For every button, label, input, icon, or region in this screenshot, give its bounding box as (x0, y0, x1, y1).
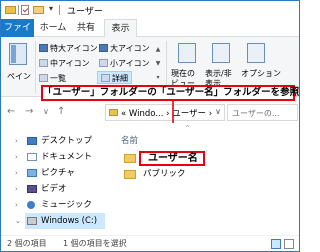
options-icon (247, 43, 265, 63)
folder-icon (109, 109, 118, 116)
search-input[interactable]: ユーザーの... (227, 104, 298, 121)
music-icon (27, 201, 35, 209)
details-view-icon[interactable] (271, 239, 281, 249)
divider (59, 5, 60, 15)
tab-file[interactable]: ファイル (1, 19, 34, 51)
ribbon-tabs: ファイル ホーム 共有 表示 (1, 19, 299, 51)
expand-icon[interactable]: › (15, 169, 18, 177)
layout-scroll[interactable]: ▲ ▼ ▾ (154, 43, 162, 87)
tab-home[interactable]: ホーム (37, 19, 69, 37)
navigation-pane-button[interactable]: ペイン (3, 41, 33, 93)
folder-name: ユーザー名 (148, 153, 198, 164)
layout-extra-large-icons[interactable]: 特大アイコン (39, 42, 98, 55)
scroll-up-icon[interactable]: ▲ (154, 43, 162, 57)
nav-item-windows-c[interactable]: Windows (C:) (25, 213, 105, 229)
new-folder-icon[interactable] (33, 6, 44, 14)
extra-large-icons-icon (39, 44, 48, 52)
large-icons-view-icon[interactable] (284, 239, 294, 249)
title-bar: ▾ ユーザー (1, 1, 299, 19)
expand-icon[interactable]: › (15, 185, 18, 193)
layout-medium-icons[interactable]: 中アイコン (39, 57, 90, 70)
search-placeholder: ユーザーの... (232, 109, 280, 118)
drive-icon (27, 217, 37, 225)
pictures-icon (27, 169, 37, 177)
expand-icon[interactable]: › (15, 153, 18, 161)
divider (18, 5, 19, 15)
nav-item-pictures[interactable]: ピクチャ (27, 165, 105, 181)
show-hide-icon (212, 43, 230, 63)
nav-item-documents[interactable]: ドキュメント (27, 149, 105, 165)
options-label: オプション (241, 69, 281, 78)
tab-view[interactable]: 表示 (104, 19, 137, 38)
nav-item-desktop[interactable]: デスクトップ (27, 133, 105, 149)
nav-item-music[interactable]: ミュージック (27, 197, 105, 213)
expand-icon[interactable]: › (15, 201, 18, 209)
small-icons-icon (99, 59, 108, 67)
details-icon (101, 74, 110, 82)
address-bar[interactable]: « Windo... › ユーザー › ∨ (105, 104, 225, 121)
selection-count: 1 個の項目を選択 (63, 239, 127, 248)
tab-share[interactable]: 共有 (73, 19, 99, 37)
list-icon (39, 74, 48, 82)
nav-item-videos[interactable]: ビデオ (27, 181, 105, 197)
column-header-name[interactable]: 名前 (121, 134, 138, 146)
folder-icon (124, 154, 136, 163)
layout-list[interactable]: 一覧 (39, 72, 66, 85)
window-title: ユーザー (67, 7, 103, 17)
desktop-icon (27, 137, 37, 145)
list-item[interactable]: パブリック (119, 167, 209, 182)
expand-icon[interactable]: ⌄ (15, 217, 21, 225)
file-list: 名前 ^ パブリック (105, 123, 299, 235)
scroll-down-icon[interactable]: ▼ (154, 57, 162, 71)
navigation-bar: ← → ∨ ↑ « Windo... › ユーザー › ∨ ユーザーの... (1, 101, 299, 123)
address-dropdown-icon[interactable]: ∨ (215, 107, 221, 116)
callout-annotation: 「ユーザー」フォルダーの「ユーザー名」フォルダーを参照 (41, 85, 299, 101)
divider (35, 41, 36, 93)
highlight-annotation[interactable]: ユーザー名 (139, 151, 205, 166)
more-icon[interactable]: ▾ (154, 71, 162, 85)
properties-icon[interactable] (21, 5, 29, 15)
up-icon[interactable]: ↑ (57, 106, 65, 117)
navigation-pane-icon (9, 43, 27, 65)
recent-locations-icon[interactable]: ∨ (43, 107, 49, 116)
status-bar: 2 個の項目 1 個の項目を選択 (1, 235, 299, 251)
item-count: 2 個の項目 (7, 239, 47, 248)
medium-icons-icon (39, 59, 48, 67)
folder-icon (124, 170, 136, 179)
pane-label: ペイン (7, 72, 31, 81)
quick-access-dropdown-icon[interactable]: ▾ (49, 4, 53, 13)
forward-icon[interactable]: → (25, 106, 33, 117)
navigation-pane: › デスクトップ › ドキュメント › ピクチャ › ビデオ › ミュージック … (1, 123, 105, 235)
explorer-window: ▾ ユーザー ファイル ホーム 共有 表示 ペイン 特大アイコン 大アイコン 中… (0, 0, 300, 252)
layout-large-icons[interactable]: 大アイコン (99, 42, 150, 55)
layout-small-icons[interactable]: 小アイコン (99, 57, 150, 70)
current-view-icon (178, 43, 196, 63)
sort-ascending-icon: ^ (185, 125, 191, 132)
videos-icon (27, 185, 37, 193)
documents-icon (27, 153, 37, 161)
expand-icon[interactable]: › (15, 137, 18, 145)
back-icon[interactable]: ← (7, 106, 15, 117)
large-icons-icon (99, 44, 108, 52)
folder-icon (5, 6, 16, 14)
layout-details[interactable]: 詳細 (97, 71, 132, 84)
